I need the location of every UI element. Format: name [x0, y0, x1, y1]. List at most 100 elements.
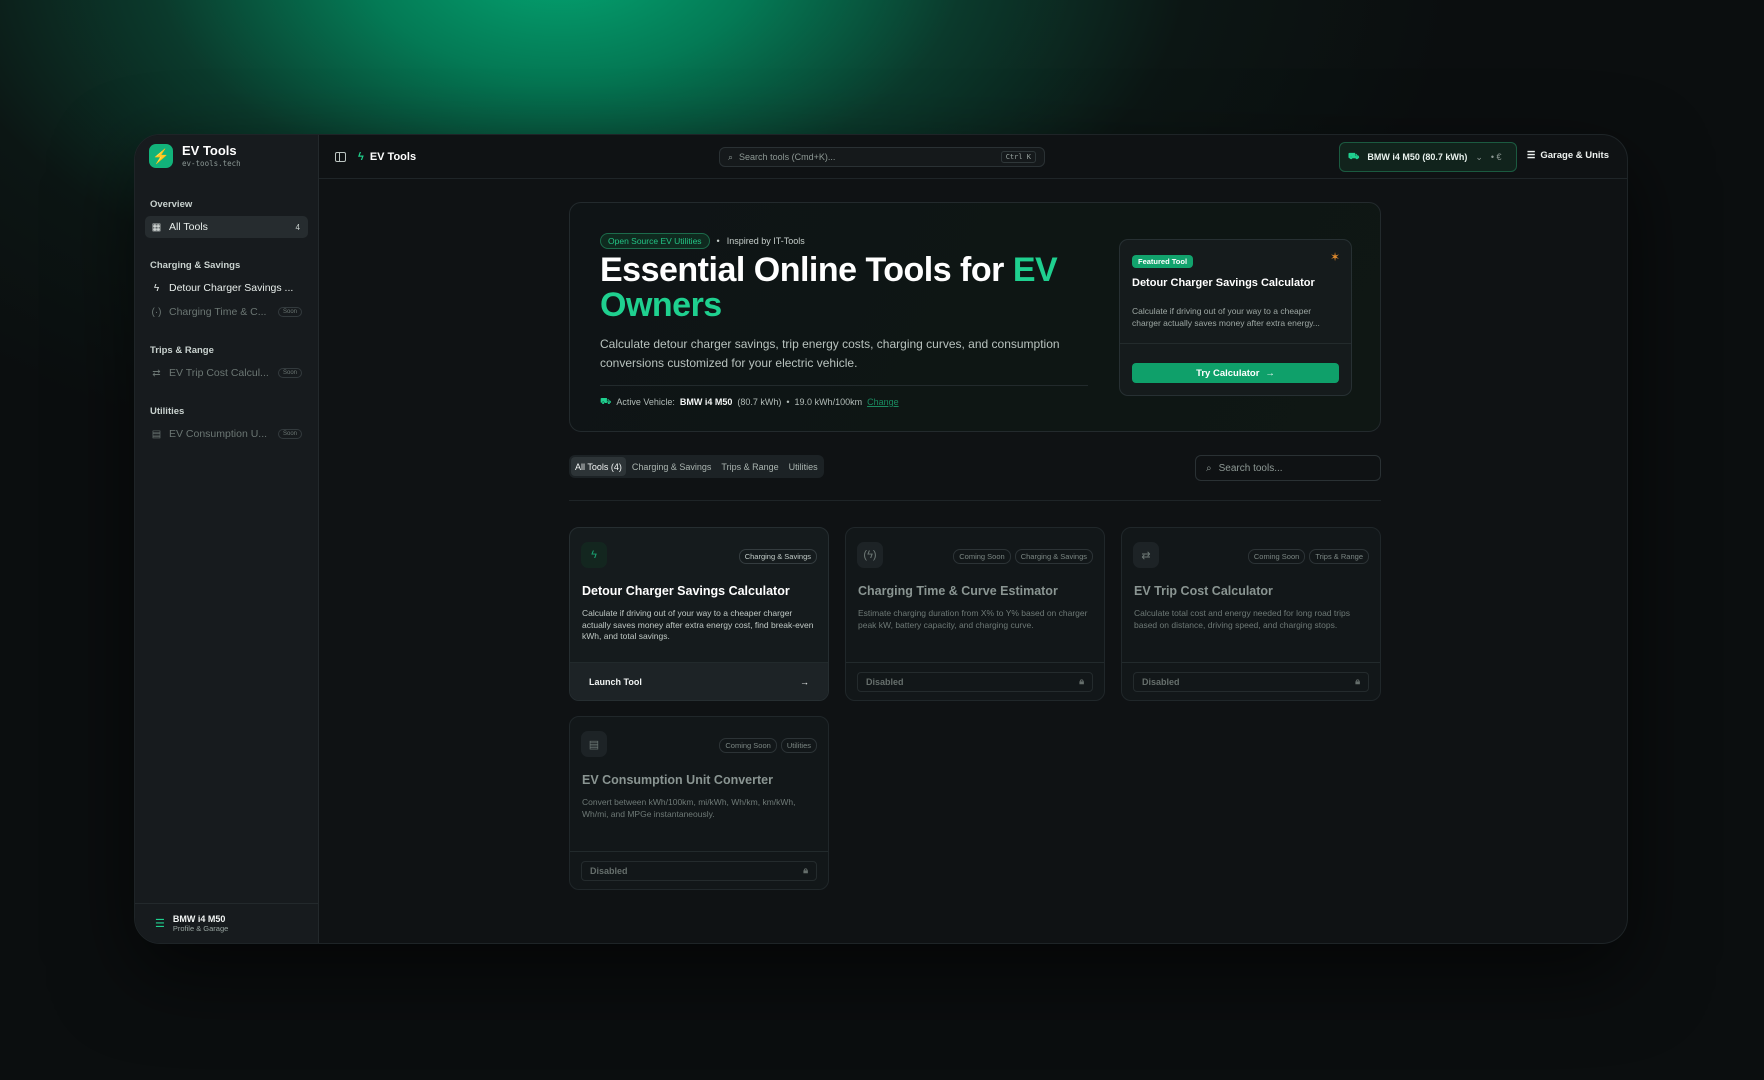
profile-vehicle-name: BMW i4 M50 — [172, 914, 226, 924]
tool-title: Detour Charger Savings Calculator — [582, 584, 790, 598]
sidebar-item-all-tools[interactable]: ▦ All Tools 4 — [145, 216, 308, 238]
sidebar-item-consumption: ▤ EV Consumption U... Soon — [145, 423, 308, 445]
sidebar-group-utilities: Utilities — [150, 406, 185, 417]
try-calculator-button[interactable]: Try Calculator → — [1132, 363, 1339, 383]
tool-description: Calculate if driving out of your way to … — [582, 608, 814, 641]
bolt-icon: ϟ — [153, 282, 160, 294]
arrow-right-icon: → — [800, 676, 809, 687]
hero-title: Essential Online Tools for EV Owners — [600, 251, 1058, 324]
calculator-icon: ▤ — [581, 731, 607, 757]
disabled-button: Disabled 🔒︎ — [581, 860, 817, 881]
garage-units-button[interactable]: ☰ Garage & Units — [1527, 150, 1609, 161]
active-vehicle-name: BMW i4 M50 — [679, 397, 733, 407]
calculator-icon: ▤ — [151, 428, 162, 440]
change-vehicle-link[interactable]: Change — [867, 397, 899, 407]
divider — [600, 385, 1088, 386]
sidebar-item-detour-charger[interactable]: ϟ Detour Charger Savings ... — [145, 277, 308, 299]
grid-icon: ▦ — [151, 221, 162, 233]
tab-all-tools[interactable]: All Tools (4) — [571, 457, 626, 476]
hero-description: Calculate detour charger savings, trip e… — [600, 337, 1060, 370]
featured-tool-card: Featured Tool ✶ Detour Charger Savings C… — [1119, 239, 1352, 396]
route-icon: ⇄ — [1133, 542, 1159, 568]
hero-section: Open Source EV Utilities • Inspired by I… — [569, 202, 1381, 432]
coming-soon-tag: Coming Soon — [1247, 549, 1306, 564]
tab-utilities[interactable]: Utilities — [785, 457, 822, 476]
featured-description: Calculate if driving out of your way to … — [1132, 306, 1320, 328]
category-tag: Utilities — [780, 738, 817, 753]
soon-badge: Soon — [277, 368, 302, 378]
sliders-icon: ☰ — [1526, 150, 1536, 161]
brand-domain: ev-tools.tech — [182, 159, 241, 168]
tool-title: EV Trip Cost Calculator — [1134, 584, 1273, 598]
soon-badge: Soon — [277, 429, 302, 439]
vehicle-selector[interactable]: ⛟ BMW i4 M50 (80.7 kWh) ⌄ • € — [1339, 142, 1517, 172]
charging-icon: (ϟ) — [857, 542, 883, 568]
app-window: ⚡ EV Tools ev-tools.tech Overview ▦ All … — [134, 134, 1628, 944]
sidebar-group-overview: Overview — [150, 199, 193, 210]
featured-badge: Featured Tool — [1132, 255, 1194, 268]
category-tabs: All Tools (4) Charging & Savings Trips &… — [569, 455, 824, 478]
profile-garage-button[interactable]: ☰ BMW i4 M50 Profile & Garage — [135, 903, 318, 943]
top-bar: ϟ EV Tools ⌕ Search tools (Cmd+K)... Ctr… — [319, 135, 1627, 179]
category-tag: Charging & Savings — [1014, 549, 1093, 564]
open-source-badge: Open Source EV Utilities — [600, 233, 710, 249]
sidebar-item-charging-time: (·) Charging Time & C... Soon — [145, 301, 308, 323]
inspired-by-text: Inspired by IT-Tools — [726, 236, 805, 246]
charging-icon: (·) — [151, 306, 162, 318]
route-icon: ⇄ — [152, 367, 161, 379]
top-bar-title: EV Tools — [369, 150, 417, 163]
tool-title: Charging Time & Curve Estimator — [858, 584, 1058, 598]
disabled-button: Disabled 🔒︎ — [1133, 671, 1369, 692]
sidebar-toggle-icon[interactable] — [335, 151, 346, 162]
car-icon: ⛟ — [1348, 151, 1360, 161]
vehicle-selector-label: BMW i4 M50 (80.7 kWh) — [1367, 152, 1468, 162]
profile-subtitle: Profile & Garage — [172, 924, 229, 933]
arrow-right-icon: → — [1265, 367, 1275, 379]
sidebar-item-trip-cost: ⇄ EV Trip Cost Calcul... Soon — [145, 362, 308, 384]
currency-indicator: • € — [1490, 152, 1502, 162]
tool-card-charging-time: (ϟ) Coming Soon Charging & Savings Charg… — [845, 527, 1105, 701]
tool-card-trip-cost: ⇄ Coming Soon Trips & Range EV Trip Cost… — [1121, 527, 1381, 701]
lock-icon: 🔒︎ — [803, 865, 808, 875]
tab-trips-range[interactable]: Trips & Range — [717, 457, 782, 476]
filter-bar: All Tools (4) Charging & Savings Trips &… — [569, 455, 1381, 501]
car-icon: ⛟ — [600, 396, 612, 406]
soon-badge: Soon — [277, 307, 302, 317]
tool-description: Convert between kWh/100km, mi/kWh, Wh/km… — [582, 797, 796, 819]
sidebar-group-charging: Charging & Savings — [150, 260, 241, 271]
vehicle-efficiency: 19.0 kWh/100km — [794, 397, 863, 407]
sparkle-icon: ✶ — [1329, 250, 1340, 264]
featured-title: Detour Charger Savings Calculator — [1132, 277, 1315, 289]
search-icon: ⌕ — [728, 151, 734, 162]
chevron-down-icon: ⌄ — [1475, 151, 1483, 162]
coming-soon-tag: Coming Soon — [953, 549, 1011, 564]
tool-count-badge: 4 — [295, 222, 300, 232]
active-vehicle-row: ⛟ Active Vehicle: BMW i4 M50 (80.7 kWh) … — [600, 396, 899, 407]
sidebar-group-trips: Trips & Range — [150, 345, 214, 356]
bolt-icon: ϟ — [358, 150, 364, 163]
main-content: Open Source EV Utilities • Inspired by I… — [319, 179, 1627, 943]
sliders-icon: ☰ — [155, 918, 165, 930]
lock-icon: 🔒︎ — [1079, 676, 1084, 686]
bolt-icon: ⚡ — [149, 144, 173, 168]
global-search-input[interactable]: ⌕ Search tools (Cmd+K)... Ctrl K — [719, 147, 1045, 167]
tool-title: EV Consumption Unit Converter — [582, 773, 773, 787]
category-tag: Charging & Savings — [738, 549, 817, 564]
tool-card-consumption-converter: ▤ Coming Soon Utilities EV Consumption U… — [569, 716, 829, 890]
lock-icon: 🔒︎ — [1355, 676, 1360, 686]
tool-card-detour-charger[interactable]: ϟ Charging & Savings Detour Charger Savi… — [569, 527, 829, 701]
sidebar: ⚡ EV Tools ev-tools.tech Overview ▦ All … — [135, 135, 319, 943]
brand[interactable]: ⚡ EV Tools ev-tools.tech — [135, 135, 318, 177]
coming-soon-tag: Coming Soon — [719, 738, 777, 753]
brand-name: EV Tools — [182, 143, 237, 158]
disabled-button: Disabled 🔒︎ — [857, 671, 1093, 692]
tool-description: Estimate charging duration from X% to Y%… — [858, 608, 1088, 630]
tools-search-input[interactable]: ⌕ Search tools... — [1195, 455, 1381, 481]
launch-tool-button[interactable]: Launch Tool → — [581, 672, 817, 692]
bolt-icon: ϟ — [581, 542, 607, 568]
shortcut-hint: Ctrl K — [1000, 151, 1036, 163]
category-tag: Trips & Range — [1309, 549, 1369, 564]
search-icon: ⌕ — [1206, 462, 1212, 474]
tool-description: Calculate total cost and energy needed f… — [1134, 608, 1350, 630]
tab-charging-savings[interactable]: Charging & Savings — [628, 457, 716, 476]
